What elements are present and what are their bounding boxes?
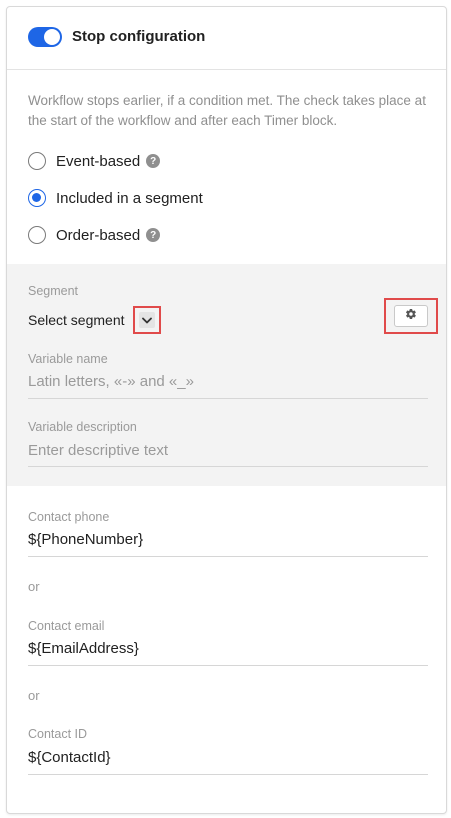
option-order-based[interactable]: Order-based ? [28,225,161,245]
contact-id-label: Contact ID [28,727,88,741]
stop-description: Workflow stops earlier, if a condition m… [28,93,426,128]
option-label: Event-based [56,152,141,170]
stop-configuration-toggle[interactable] [28,27,62,47]
chevron-down-icon [139,312,155,328]
panel-title: Stop configuration [72,28,206,45]
segment-label: Segment [28,284,79,298]
radio-included-in-segment[interactable] [28,189,46,207]
contact-phone-label: Contact phone [28,510,110,524]
contact-id-underline [28,774,428,775]
radio-order-based[interactable] [28,226,46,244]
contact-phone-underline [28,556,428,557]
help-icon[interactable]: ? [146,154,161,168]
contact-email-underline [28,665,428,666]
panel-header: Stop configuration [7,7,446,70]
stop-configuration-panel: Stop configuration Workflow stops earlie… [6,6,447,814]
option-label: Included in a segment [56,189,203,207]
gear-icon [405,307,417,325]
or-separator: or [28,688,40,703]
segment-select[interactable]: Select segment [28,312,125,328]
variable-name-label: Variable name [28,352,108,366]
contact-email-input[interactable]: ${EmailAddress} [28,640,139,657]
toggle-knob [44,29,60,45]
segment-settings-button[interactable] [394,305,428,327]
contact-email-label: Contact email [28,619,105,633]
help-icon[interactable]: ? [146,228,161,242]
radio-event-based[interactable] [28,152,46,170]
segment-settings-highlight [384,298,438,334]
or-separator: or [28,579,40,594]
contact-id-input[interactable]: ${ContactId} [28,749,111,766]
variable-description-input[interactable]: Enter descriptive text [28,442,168,459]
option-included-in-segment[interactable]: Included in a segment [28,188,203,208]
segment-dropdown-button[interactable] [133,306,161,334]
option-event-based[interactable]: Event-based ? [28,151,161,171]
option-label: Order-based [56,226,141,244]
variable-description-underline [28,466,428,467]
contact-phone-input[interactable]: ${PhoneNumber} [28,531,143,548]
variable-description-label: Variable description [28,420,137,434]
variable-name-underline [28,398,428,399]
variable-name-input[interactable]: Latin letters, «-» and «_» [28,373,194,390]
